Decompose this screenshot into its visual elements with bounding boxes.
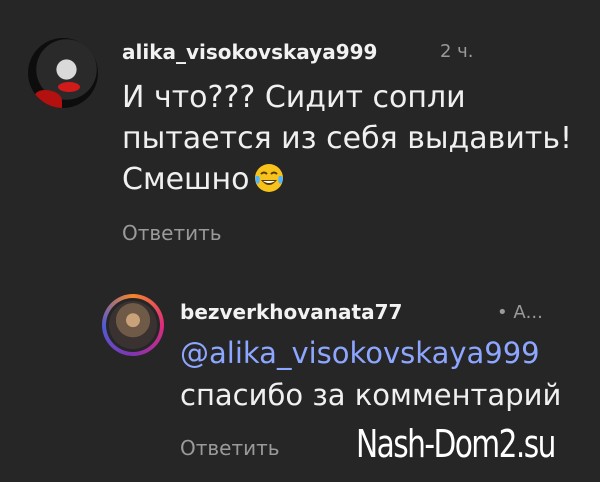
mention-link[interactable]: @alika_visokovskaya999 <box>180 332 590 374</box>
comment-text: И что??? Сидит сопли пытается из себя вы… <box>122 77 582 200</box>
comment-username[interactable]: bezverkhovanata77 <box>180 300 402 324</box>
reply-button[interactable]: Ответить <box>180 436 280 460</box>
avatar[interactable] <box>28 38 98 108</box>
comment-time: 2 ч. <box>440 41 474 62</box>
reply-button[interactable]: Ответить <box>122 221 222 245</box>
comment: alika_visokovskaya999 2 ч. И что??? Сиди… <box>0 0 600 270</box>
avatar-lips <box>58 82 80 92</box>
comment-text-body: спасибо за комментарий <box>180 378 562 412</box>
comment-text: @alika_visokovskaya999 спасибо за коммен… <box>180 332 590 416</box>
face-with-tears-of-joy-icon <box>255 164 284 192</box>
watermark: Nash-Dom2.su <box>356 422 556 466</box>
avatar-photo <box>109 301 157 349</box>
avatar[interactable] <box>106 298 160 352</box>
comment-time: • А... <box>497 302 543 323</box>
avatar-accent <box>34 90 62 108</box>
comment-username[interactable]: alika_visokovskaya999 <box>122 40 377 64</box>
comment-text-body: И что??? Сидит сопли пытается из себя вы… <box>122 80 573 197</box>
